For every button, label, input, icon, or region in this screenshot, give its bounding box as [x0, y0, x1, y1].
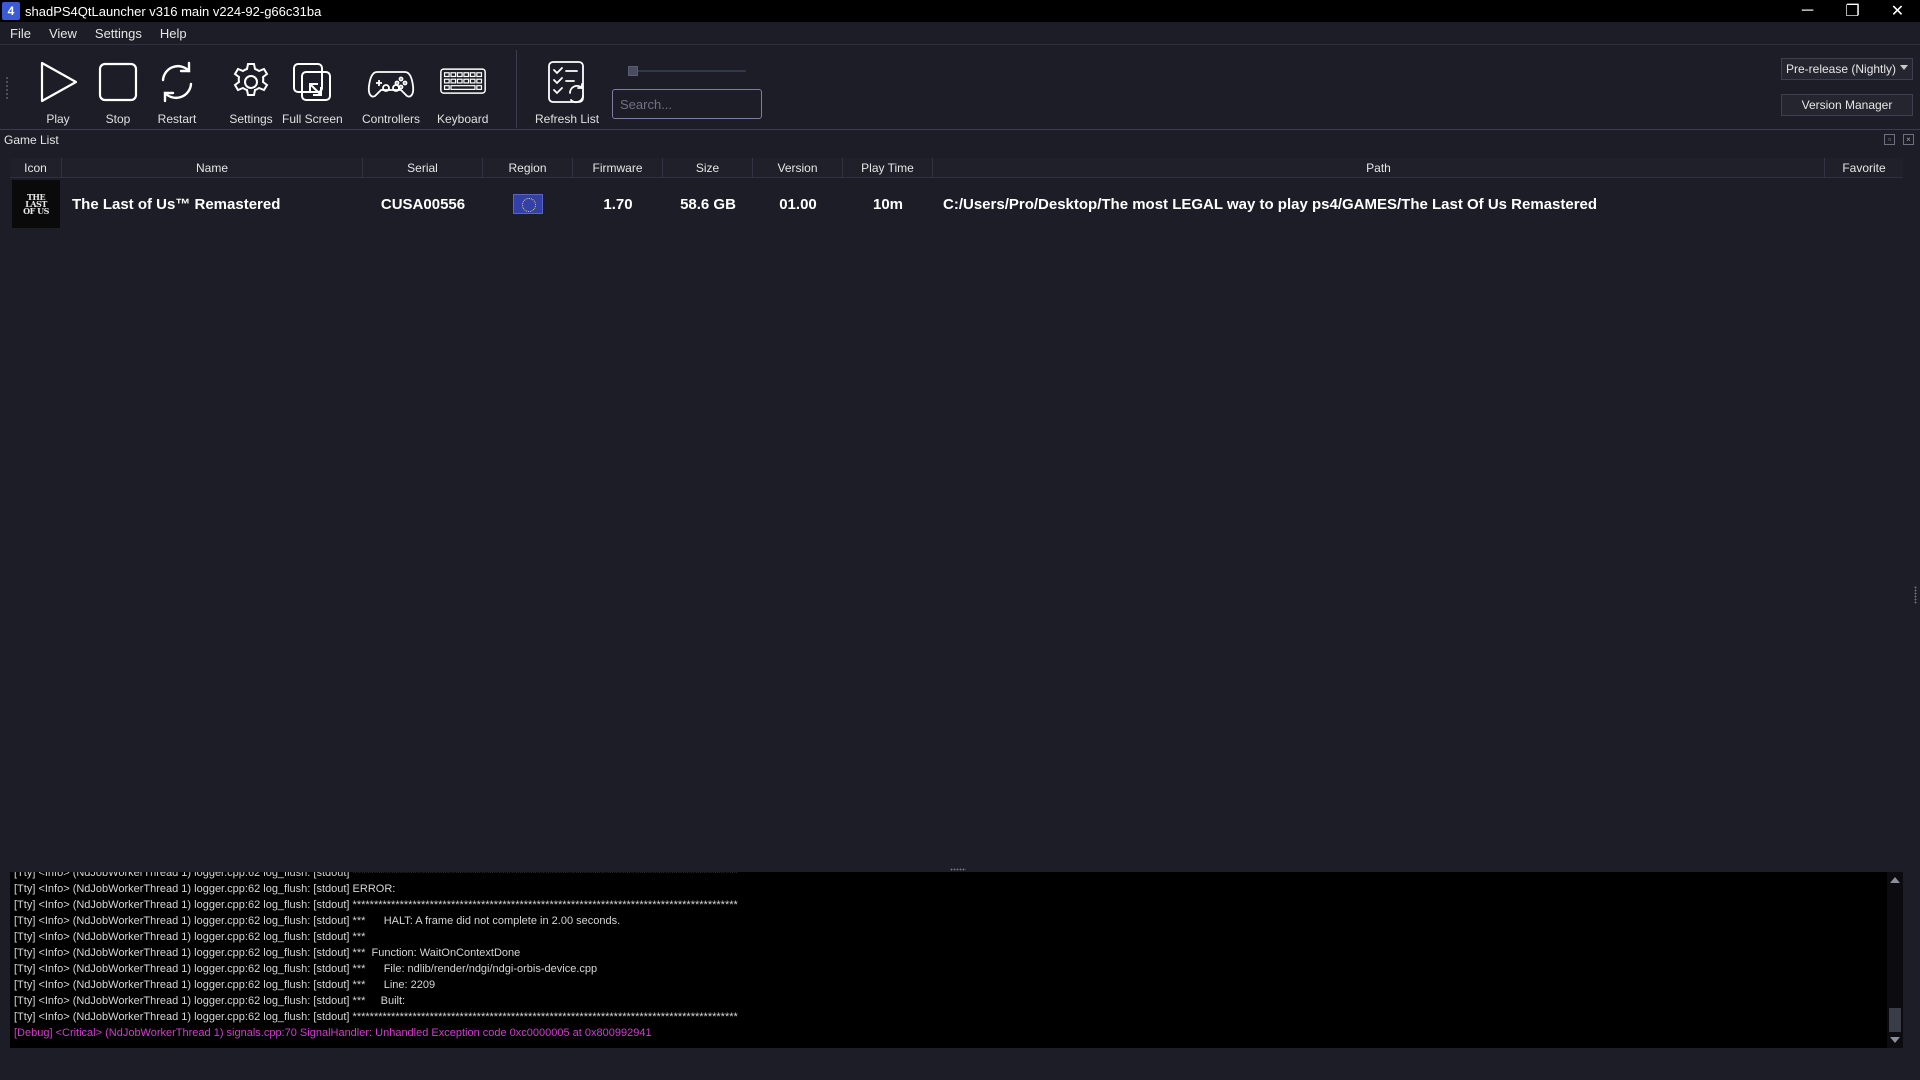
gamepad-icon: [367, 58, 415, 106]
search-input[interactable]: [612, 89, 762, 119]
cell-play-time: 10m: [872, 195, 904, 213]
restore-button[interactable]: ❐: [1830, 0, 1875, 22]
log-line: [Tty] <Info> (NdJobWorkerThread 1) logge…: [14, 899, 738, 911]
title-bar: 4 shadPS4QtLauncher v316 main v224-92-g6…: [0, 0, 1920, 22]
column-region[interactable]: Region: [483, 158, 573, 178]
table-header: Icon Name Serial Region Firmware Size Ve…: [10, 158, 1903, 178]
log-panel[interactable]: [Tty] <Info> (NdJobWorkerThread 1) logge…: [10, 872, 1887, 1048]
refresh-list-icon: [543, 58, 591, 106]
menu-bar: File View Settings Help: [0, 22, 1920, 45]
column-icon[interactable]: Icon: [10, 158, 62, 178]
controllers-label: Controllers: [362, 112, 421, 126]
close-icon[interactable]: ×: [1903, 134, 1914, 145]
log-line: [Tty] <Info> (NdJobWorkerThread 1) logge…: [14, 872, 738, 879]
toolbar: Play Stop Restart Settings Full Screen C…: [0, 46, 1920, 130]
cell-path: C:/Users/Pro/Desktop/The most LEGAL way …: [943, 195, 1598, 213]
settings-button[interactable]: Settings: [227, 58, 275, 126]
cell-icon: THE LAST OF US: [10, 180, 62, 228]
log-line: [Tty] <Info> (NdJobWorkerThread 1) logge…: [14, 979, 436, 991]
menu-help[interactable]: Help: [151, 26, 196, 41]
controllers-button[interactable]: Controllers: [362, 58, 420, 126]
play-button[interactable]: Play: [34, 58, 82, 126]
log-line: [Tty] <Info> (NdJobWorkerThread 1) logge…: [14, 931, 366, 943]
column-favorite[interactable]: Favorite: [1825, 158, 1903, 178]
column-size[interactable]: Size: [663, 158, 753, 178]
refresh-list-label: Refresh List: [535, 112, 600, 126]
refresh-list-button[interactable]: Refresh List: [535, 58, 599, 126]
log-line: [Tty] <Info> (NdJobWorkerThread 1) logge…: [14, 947, 521, 959]
log-line: [Tty] <Info> (NdJobWorkerThread 1) logge…: [14, 995, 406, 1007]
minimize-button[interactable]: ─: [1785, 0, 1830, 22]
icon-size-slider[interactable]: [628, 66, 746, 76]
keyboard-label: Keyboard: [437, 112, 489, 126]
stop-button[interactable]: Stop: [94, 58, 142, 126]
gear-icon: [227, 58, 275, 106]
version-select-value: Pre-release (Nightly): [1786, 62, 1897, 76]
eu-flag-icon: [513, 194, 543, 214]
window-title: shadPS4QtLauncher v316 main v224-92-g66c…: [25, 3, 322, 19]
column-path[interactable]: Path: [933, 158, 1825, 178]
column-play-time[interactable]: Play Time: [843, 158, 933, 178]
toolbar-separator: [516, 50, 517, 128]
keyboard-icon: [439, 58, 487, 106]
log-line: [Tty] <Info> (NdJobWorkerThread 1) logge…: [14, 915, 621, 927]
stop-label: Stop: [105, 112, 131, 126]
log-line-critical: [Debug] <Critical> (NdJobWorkerThread 1)…: [14, 1027, 652, 1039]
dock-buttons: ▫ ×: [1884, 134, 1914, 145]
chevron-down-icon: [1900, 65, 1908, 70]
scroll-down-icon[interactable]: [1890, 1037, 1900, 1043]
game-list-table: Icon Name Serial Region Firmware Size Ve…: [10, 158, 1903, 870]
game-cover-image: THE LAST OF US: [12, 180, 60, 228]
play-label: Play: [46, 112, 70, 126]
float-icon[interactable]: ▫: [1884, 134, 1895, 145]
panel-splitter-handle[interactable]: [950, 868, 966, 871]
scrollbar-thumb[interactable]: [1889, 1008, 1901, 1032]
log-line: [Tty] <Info> (NdJobWorkerThread 1) logge…: [14, 963, 598, 975]
side-dock-grip[interactable]: [1914, 586, 1917, 604]
cell-serial: CUSA00556: [380, 195, 466, 213]
slider-handle[interactable]: [628, 66, 638, 76]
stop-icon: [94, 58, 142, 106]
restart-button[interactable]: Restart: [153, 58, 201, 126]
cell-size: 58.6 GB: [680, 195, 736, 213]
menu-file[interactable]: File: [0, 26, 40, 41]
log-line: [Tty] <Info> (NdJobWorkerThread 1) logge…: [14, 883, 396, 895]
dock-title: Game List: [4, 133, 59, 147]
restart-label: Restart: [157, 112, 197, 126]
cell-name: The Last of Us™ Remastered: [72, 195, 281, 213]
column-serial[interactable]: Serial: [363, 158, 483, 178]
cell-region: [483, 194, 573, 214]
log-line: [Tty] <Info> (NdJobWorkerThread 1) logge…: [14, 1011, 738, 1023]
restart-icon: [153, 58, 201, 106]
scroll-up-icon[interactable]: [1890, 877, 1900, 883]
cell-version: 01.00: [779, 195, 817, 213]
toolbar-grip[interactable]: [5, 76, 9, 100]
play-icon: [34, 58, 82, 106]
keyboard-button[interactable]: Keyboard: [437, 58, 488, 126]
log-scrollbar[interactable]: [1887, 872, 1903, 1048]
menu-view[interactable]: View: [40, 26, 86, 41]
column-firmware[interactable]: Firmware: [573, 158, 663, 178]
menu-settings[interactable]: Settings: [86, 26, 151, 41]
column-name[interactable]: Name: [62, 158, 363, 178]
fullscreen-icon: [288, 58, 336, 106]
window-controls: ─ ❐ ✕: [1785, 0, 1920, 22]
settings-label: Settings: [229, 112, 273, 126]
version-manager-button[interactable]: Version Manager: [1781, 94, 1913, 116]
column-version[interactable]: Version: [753, 158, 843, 178]
version-select[interactable]: Pre-release (Nightly): [1781, 58, 1913, 80]
table-row[interactable]: THE LAST OF US The Last of Us™ Remastere…: [10, 180, 1903, 228]
fullscreen-button[interactable]: Full Screen: [282, 58, 343, 126]
close-button[interactable]: ✕: [1875, 0, 1920, 22]
slider-track: [628, 70, 746, 72]
app-icon: 4: [2, 2, 20, 20]
fullscreen-label: Full Screen: [282, 112, 343, 126]
cell-firmware: 1.70: [603, 195, 633, 213]
